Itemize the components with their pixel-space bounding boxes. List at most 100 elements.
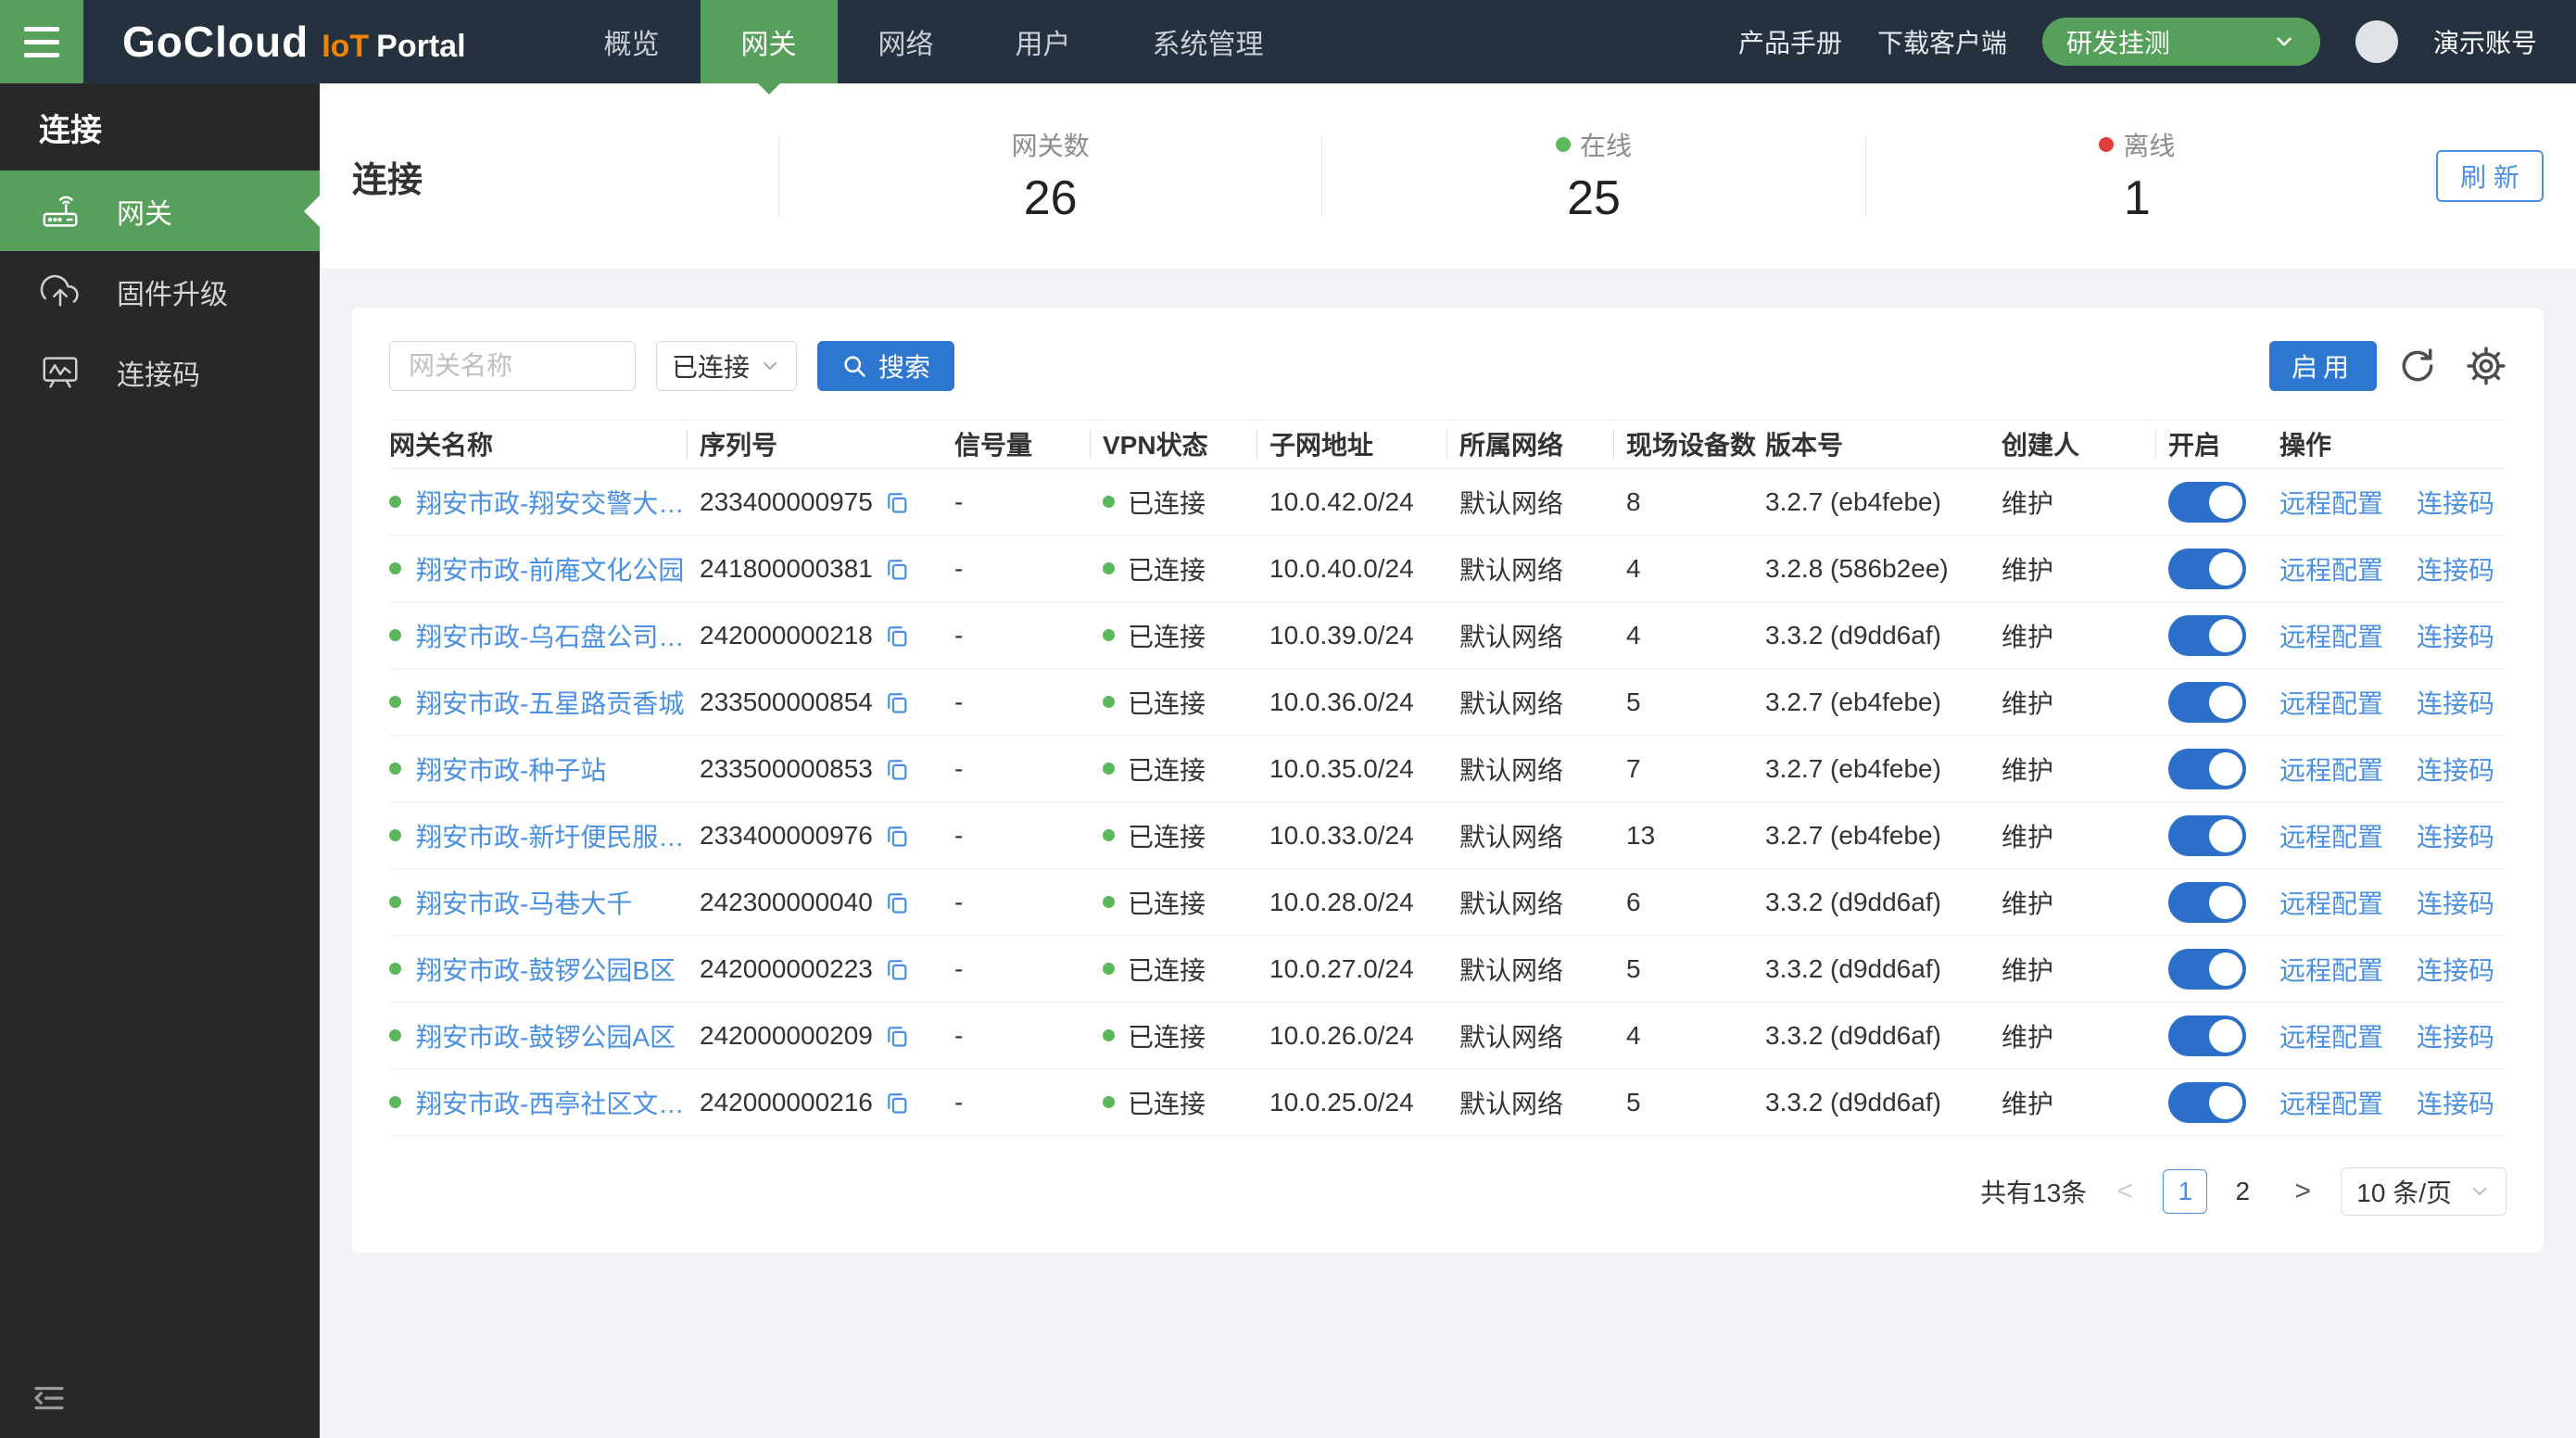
- toggle-cell: [2168, 882, 2279, 923]
- copy-icon[interactable]: [884, 823, 910, 849]
- gateway-name-cell: 翔安市政-乌石盘公司北区: [389, 617, 700, 654]
- gateway-name-link[interactable]: 翔安市政-新圩便民服务中心: [416, 817, 690, 854]
- copy-icon[interactable]: [884, 556, 910, 582]
- enable-toggle[interactable]: [2168, 682, 2246, 723]
- copy-icon[interactable]: [884, 756, 910, 782]
- device-count-cell: 13: [1626, 821, 1765, 851]
- enable-toggle[interactable]: [2168, 482, 2246, 523]
- action-connect-code[interactable]: 连接码: [2417, 484, 2494, 521]
- online-dot-icon: [1103, 1096, 1115, 1108]
- action-remote-config[interactable]: 远程配置: [2279, 951, 2383, 988]
- enable-toggle[interactable]: [2168, 815, 2246, 856]
- page-number-1[interactable]: 1: [2163, 1169, 2207, 1214]
- copy-icon[interactable]: [884, 489, 910, 515]
- gateway-name-input[interactable]: [389, 341, 636, 391]
- action-connect-code[interactable]: 连接码: [2417, 884, 2494, 921]
- product-manual-link[interactable]: 产品手册: [1738, 23, 1842, 60]
- serial-number: 233400000975: [700, 487, 873, 517]
- gateway-name-link[interactable]: 翔安市政-乌石盘公司北区: [416, 617, 690, 654]
- action-remote-config[interactable]: 远程配置: [2279, 484, 2383, 521]
- online-dot-icon: [389, 696, 401, 708]
- row-actions: 远程配置连接码···: [2279, 951, 2507, 988]
- action-connect-code[interactable]: 连接码: [2417, 817, 2494, 854]
- refresh-icon[interactable]: [2397, 346, 2438, 386]
- action-remote-config[interactable]: 远程配置: [2279, 817, 2383, 854]
- status-filter-select[interactable]: 已连接: [656, 341, 797, 391]
- gateway-name-link[interactable]: 翔安市政-西亭社区文化广场: [416, 1084, 690, 1121]
- main-content: 连接 网关数26在线25离线1 刷 新 已连接 搜索 启用: [320, 83, 2576, 1438]
- action-connect-code[interactable]: 连接码: [2417, 751, 2494, 788]
- action-connect-code[interactable]: 连接码: [2417, 617, 2494, 654]
- version-cell: 3.2.7 (eb4febe): [1765, 487, 2001, 517]
- gateway-name-link[interactable]: 翔安市政-前庵文化公园: [416, 550, 684, 587]
- gateway-name-link[interactable]: 翔安市政-五星路贡香城: [416, 684, 684, 721]
- enable-toggle[interactable]: [2168, 549, 2246, 589]
- action-remote-config[interactable]: 远程配置: [2279, 1084, 2383, 1121]
- signal-cell: -: [954, 621, 1103, 650]
- settings-gear-icon[interactable]: [2466, 346, 2507, 386]
- page-number-2[interactable]: 2: [2220, 1169, 2265, 1214]
- network-cell: 默认网络: [1459, 484, 1626, 521]
- action-remote-config[interactable]: 远程配置: [2279, 617, 2383, 654]
- action-connect-code[interactable]: 连接码: [2417, 550, 2494, 587]
- action-remote-config[interactable]: 远程配置: [2279, 550, 2383, 587]
- vpn-status-text: 已连接: [1128, 617, 1206, 654]
- prev-page-icon[interactable]: <: [2111, 1176, 2139, 1207]
- online-dot-icon: [389, 896, 401, 908]
- online-dot-icon: [389, 829, 401, 841]
- nav-tab-user[interactable]: 用户: [975, 0, 1112, 83]
- action-remote-config[interactable]: 远程配置: [2279, 751, 2383, 788]
- environment-select[interactable]: 研发挂测: [2042, 18, 2320, 66]
- gateway-name-link[interactable]: 翔安市政-鼓锣公园B区: [416, 951, 676, 988]
- action-connect-code[interactable]: 连接码: [2417, 1017, 2494, 1054]
- column-header: VPN状态: [1103, 425, 1269, 462]
- copy-icon[interactable]: [884, 1023, 910, 1049]
- download-client-link[interactable]: 下载客户端: [1877, 23, 2007, 60]
- action-remote-config[interactable]: 远程配置: [2279, 884, 2383, 921]
- enable-toggle[interactable]: [2168, 1015, 2246, 1056]
- copy-icon[interactable]: [884, 689, 910, 715]
- copy-icon[interactable]: [884, 889, 910, 915]
- online-dot-icon: [1103, 763, 1115, 775]
- vpn-status-text: 已连接: [1128, 951, 1206, 988]
- sidebar-item-firmware-upgrade[interactable]: 固件升级: [0, 251, 320, 332]
- copy-icon[interactable]: [884, 623, 910, 649]
- gateway-name-link[interactable]: 翔安市政-鼓锣公园A区: [416, 1017, 676, 1054]
- action-connect-code[interactable]: 连接码: [2417, 684, 2494, 721]
- action-remote-config[interactable]: 远程配置: [2279, 1017, 2383, 1054]
- enable-toggle[interactable]: [2168, 615, 2246, 656]
- copy-icon[interactable]: [884, 956, 910, 982]
- search-button[interactable]: 搜索: [817, 341, 954, 391]
- enable-toggle[interactable]: [2168, 1082, 2246, 1123]
- serial-cell: 242000000216: [700, 1088, 954, 1117]
- signal-cell: -: [954, 821, 1103, 851]
- collapse-sidebar-icon[interactable]: [30, 1379, 69, 1418]
- nav-tab-system[interactable]: 系统管理: [1112, 0, 1305, 83]
- gateway-name-link[interactable]: 翔安市政-种子站: [416, 751, 606, 788]
- hamburger-menu-icon[interactable]: [0, 0, 83, 83]
- nav-tab-overview[interactable]: 概览: [563, 0, 701, 83]
- refresh-button[interactable]: 刷 新: [2436, 150, 2544, 202]
- copy-icon[interactable]: [884, 1090, 910, 1116]
- gateway-name-link[interactable]: 翔安市政-翔安交警大队北侧: [416, 484, 690, 521]
- column-header: 信号量: [954, 425, 1103, 462]
- next-page-icon[interactable]: >: [2289, 1176, 2317, 1207]
- nav-tab-gateway[interactable]: 网关: [701, 0, 838, 83]
- serial-cell: 241800000381: [700, 554, 954, 584]
- sidebar-item-connect-code[interactable]: 连接码: [0, 332, 320, 412]
- action-connect-code[interactable]: 连接码: [2417, 951, 2494, 988]
- gateway-name-link[interactable]: 翔安市政-马巷大千: [416, 884, 632, 921]
- avatar[interactable]: [2355, 20, 2398, 63]
- enable-toggle[interactable]: [2168, 749, 2246, 789]
- page-size-select[interactable]: 10 条/页: [2341, 1167, 2507, 1216]
- enable-toggle[interactable]: [2168, 882, 2246, 923]
- nav-tab-network[interactable]: 网络: [838, 0, 975, 83]
- enable-toggle[interactable]: [2168, 949, 2246, 990]
- subnet-cell: 10.0.40.0/24: [1269, 554, 1459, 584]
- sidebar-item-gateway[interactable]: 网关: [0, 170, 320, 251]
- action-remote-config[interactable]: 远程配置: [2279, 684, 2383, 721]
- table-toolbar: 已连接 搜索 启用: [389, 341, 2507, 391]
- enable-button[interactable]: 启用: [2269, 341, 2377, 391]
- action-connect-code[interactable]: 连接码: [2417, 1084, 2494, 1121]
- signal-cell: -: [954, 687, 1103, 717]
